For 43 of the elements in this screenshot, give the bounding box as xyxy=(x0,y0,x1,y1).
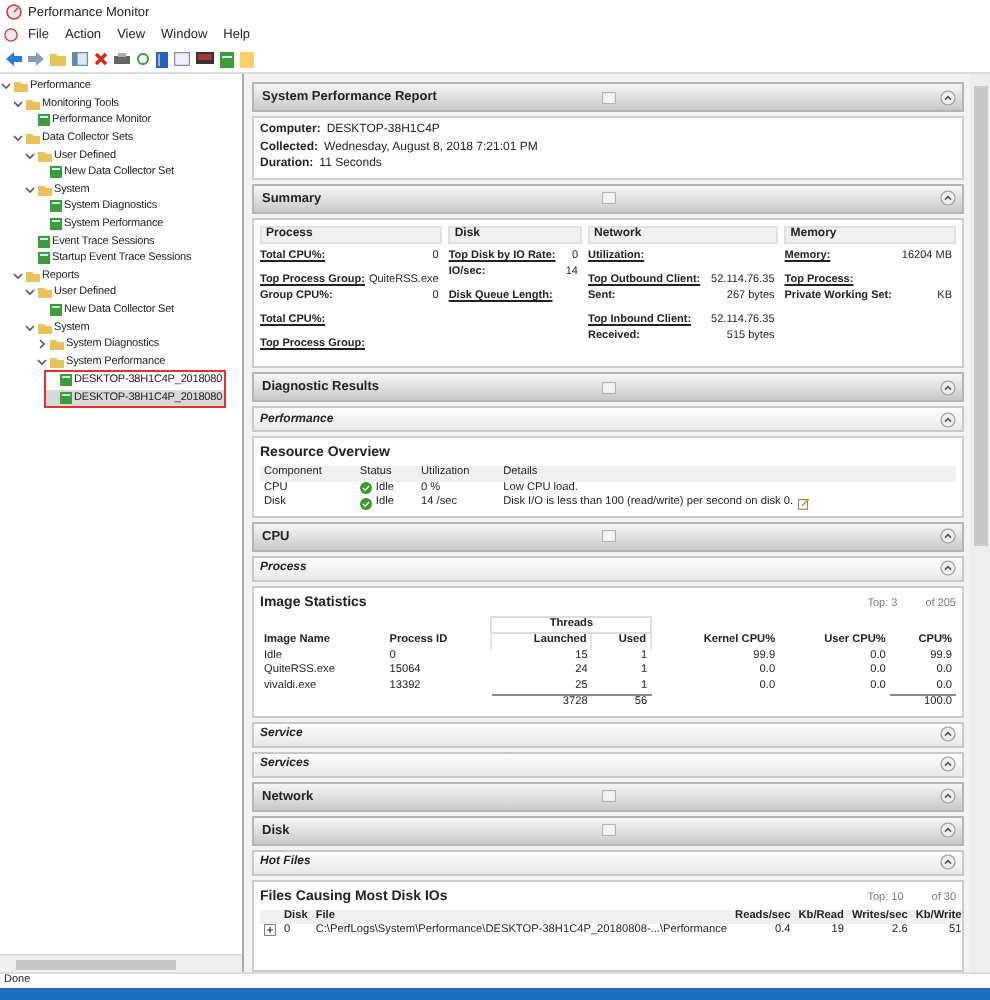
collapse-button[interactable] xyxy=(940,379,956,395)
report-icon xyxy=(601,790,615,802)
report-icon xyxy=(601,530,615,542)
report-icon xyxy=(38,235,50,248)
collapse-button[interactable] xyxy=(940,411,956,427)
report-icon xyxy=(38,252,50,265)
report-icon xyxy=(601,824,615,836)
folder-icon xyxy=(38,183,52,196)
report-icon[interactable] xyxy=(220,51,234,67)
delete-icon[interactable] xyxy=(94,52,108,66)
report-icon xyxy=(50,304,62,317)
vertical-scrollbar[interactable] xyxy=(970,74,990,972)
collapse-button[interactable] xyxy=(940,89,956,105)
report-icon xyxy=(50,218,62,231)
collapse-button[interactable] xyxy=(940,726,956,742)
horizontal-scrollbar[interactable] xyxy=(0,954,242,972)
report-icon xyxy=(50,200,62,213)
help-book-icon[interactable] xyxy=(156,51,168,67)
collapse-button[interactable] xyxy=(940,788,956,804)
app-icon[interactable] xyxy=(4,28,18,42)
back-arrow-icon[interactable] xyxy=(6,52,22,66)
collapse-button[interactable] xyxy=(940,756,956,772)
collapse-button[interactable] xyxy=(940,822,956,838)
expand-icon[interactable] xyxy=(264,924,276,936)
app-icon xyxy=(6,4,22,20)
report-icon xyxy=(601,381,615,393)
report-icon xyxy=(50,166,62,179)
forward-arrow-icon[interactable] xyxy=(28,52,44,66)
collapse-button[interactable] xyxy=(940,854,956,870)
monitor-icon[interactable] xyxy=(196,52,214,66)
report-icon xyxy=(38,114,50,127)
panel-icon[interactable] xyxy=(174,52,190,66)
panel-icon[interactable] xyxy=(72,52,88,66)
report-icon xyxy=(60,374,72,387)
collapse-button[interactable] xyxy=(940,528,956,544)
report-icon xyxy=(601,91,615,103)
properties-icon[interactable] xyxy=(114,52,130,66)
report-icon xyxy=(601,192,615,204)
note-icon[interactable] xyxy=(797,497,810,510)
report-icon xyxy=(60,391,72,404)
collapse-button[interactable] xyxy=(940,190,956,206)
refresh-icon[interactable] xyxy=(136,52,150,66)
collapse-button[interactable] xyxy=(940,560,956,576)
